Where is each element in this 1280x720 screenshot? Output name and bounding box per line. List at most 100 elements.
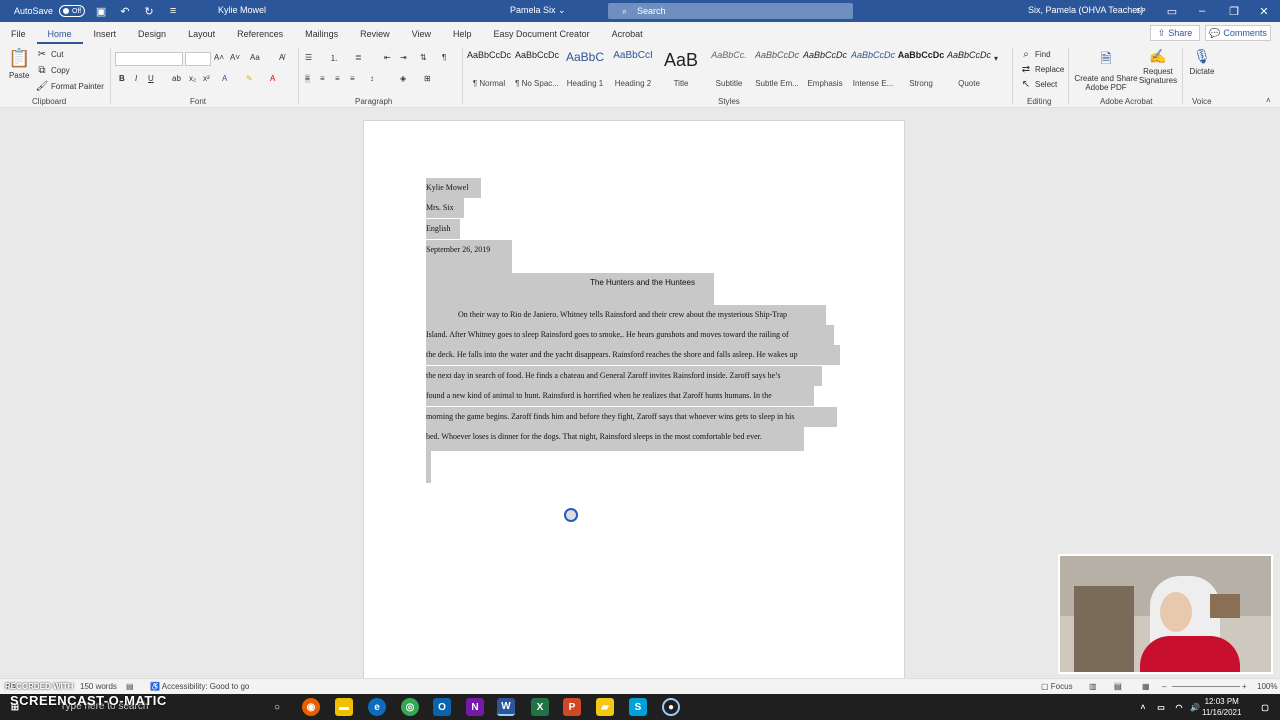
screencast-icon[interactable]: ● <box>662 698 680 716</box>
body-line[interactable]: the deck. He falls into the water and th… <box>426 345 840 365</box>
network-icon[interactable]: ▭ <box>1152 698 1170 716</box>
header-name[interactable]: Kylie Mowel <box>426 178 481 198</box>
borders-icon[interactable]: ⊞ <box>424 74 431 83</box>
search-box[interactable]: ⌕ Search <box>608 3 853 19</box>
accessibility-status[interactable]: ♿ Accessibility: Good to go <box>150 682 249 691</box>
powerpoint-icon[interactable]: P <box>563 698 581 716</box>
avatar[interactable]: SP <box>1133 4 1149 18</box>
tray-arrow-icon[interactable]: ˄ <box>1134 698 1152 716</box>
text-effects-icon[interactable]: A <box>222 74 227 83</box>
redo-icon[interactable]: ↻ <box>141 3 157 19</box>
notifications-icon[interactable]: ▢ <box>1256 698 1274 716</box>
superscript-icon[interactable]: x² <box>203 74 210 83</box>
clock[interactable]: 12:03 PM 11/16/2021 <box>1202 696 1241 718</box>
tab-review[interactable]: Review <box>349 29 401 44</box>
cortana-icon[interactable]: ○ <box>268 698 286 716</box>
strikethrough-icon[interactable]: ab <box>172 74 181 83</box>
replace-button[interactable]: ⇄ Replace <box>1020 63 1065 75</box>
tab-home[interactable]: Home <box>36 29 83 44</box>
body-line[interactable]: the next day in search of food. He finds… <box>426 366 822 386</box>
numbering-icon[interactable]: ⒈ <box>330 53 338 64</box>
font-color-icon[interactable]: A <box>270 74 275 83</box>
body-line[interactable]: morning the game begins. Zaroff finds hi… <box>426 407 837 427</box>
print-layout-icon[interactable]: ▤ <box>1114 682 1122 691</box>
tab-design[interactable]: Design <box>127 29 177 44</box>
align-center-icon[interactable]: ≡ <box>320 74 325 83</box>
style-heading-2[interactable]: AaBbCcI Heading 2 <box>610 50 656 88</box>
tab-help[interactable]: Help <box>442 29 483 44</box>
tab-acrobat[interactable]: Acrobat <box>601 29 654 44</box>
read-mode-icon[interactable]: ▥ <box>1089 682 1097 691</box>
change-case-icon[interactable]: Aa <box>250 53 260 62</box>
highlight-icon[interactable]: ✎ <box>246 74 253 83</box>
copy-button[interactable]: ⧉ Copy <box>36 64 69 76</box>
tab-file[interactable]: File <box>0 29 37 44</box>
select-button[interactable]: ↖ Select <box>1020 78 1057 90</box>
excel-icon[interactable]: X <box>531 698 549 716</box>
outlook-icon[interactable]: O <box>433 698 451 716</box>
comments-button[interactable]: 💬 Comments <box>1205 25 1271 41</box>
minimize-icon[interactable]: – <box>1192 2 1212 20</box>
bullets-icon[interactable]: ☰ <box>305 53 312 62</box>
save-icon[interactable]: ▣ <box>93 3 109 19</box>
skype-icon[interactable]: S <box>629 698 647 716</box>
style-normal[interactable]: AaBbCcDc ¶ Normal <box>466 50 512 88</box>
find-button[interactable]: ⌕ Find <box>1020 48 1050 60</box>
restore-icon[interactable]: ❐ <box>1224 2 1244 20</box>
autosave-toggle[interactable]: AutoSave Off <box>14 5 86 17</box>
close-icon[interactable]: ✕ <box>1254 2 1274 20</box>
dictate-button[interactable]: 🎙 Dictate <box>1187 48 1217 76</box>
share-button[interactable]: ⇪ Share <box>1150 25 1200 41</box>
format-painter-button[interactable]: 🖌 Format Painter <box>36 80 104 92</box>
customize-qat-icon[interactable]: ≡ <box>165 3 181 19</box>
sort-icon[interactable]: ⇅ <box>420 53 427 62</box>
onenote-icon[interactable]: N <box>466 698 484 716</box>
word-icon[interactable]: W <box>497 698 515 716</box>
edge-icon[interactable]: e <box>368 698 386 716</box>
style-subtitle[interactable]: AaBbCc. Subtitle <box>706 50 752 88</box>
tab-mailings[interactable]: Mailings <box>294 29 349 44</box>
style-title[interactable]: AaB Title <box>658 50 704 88</box>
header-teacher[interactable]: Mrs. Six <box>426 198 464 218</box>
sticky-notes-icon[interactable]: ▰ <box>596 698 614 716</box>
line-spacing-icon[interactable]: ↕ <box>370 74 374 83</box>
shrink-font-icon[interactable]: A˅ <box>230 53 240 62</box>
font-name-field[interactable] <box>115 52 183 66</box>
zoom-level[interactable]: 100% <box>1257 682 1277 691</box>
autosave-switch[interactable]: Off <box>59 5 86 17</box>
multilevel-list-icon[interactable]: ≣ <box>355 53 362 62</box>
style-subtle-emphasis[interactable]: AaBbCcDc Subtle Em... <box>754 50 800 88</box>
header-class[interactable]: English <box>426 219 460 239</box>
italic-icon[interactable]: I <box>135 74 137 83</box>
word-count[interactable]: 150 words <box>80 682 117 691</box>
body-line[interactable]: Island. After Whitney goes to sleep Rain… <box>426 325 834 345</box>
header-date[interactable]: September 26, 2019 <box>426 240 512 277</box>
undo-icon[interactable]: ↶ <box>117 3 133 19</box>
styles-scroll-icon[interactable]: ▾ <box>994 54 998 63</box>
subscript-icon[interactable]: x₂ <box>189 74 196 83</box>
body-line[interactable]: bed. Whoever loses is dinner for the dog… <box>426 427 804 451</box>
bold-icon[interactable]: B <box>119 74 125 83</box>
tab-insert[interactable]: Insert <box>83 29 128 44</box>
align-left-icon[interactable]: ≡ <box>305 74 310 83</box>
shading-icon[interactable]: ◈ <box>400 74 406 83</box>
tab-view[interactable]: View <box>401 29 442 44</box>
collapse-ribbon-icon[interactable]: ˄ <box>1266 96 1271 105</box>
tab-easy-document-creator[interactable]: Easy Document Creator <box>483 29 601 44</box>
increase-indent-icon[interactable]: ⇥ <box>400 53 407 62</box>
zoom-out-icon[interactable]: – <box>1162 682 1166 691</box>
document-owner[interactable]: Pamela Six ⌄ <box>510 5 566 16</box>
justify-icon[interactable]: ≡ <box>350 74 355 83</box>
grow-font-icon[interactable]: A˄ <box>214 53 224 62</box>
zoom-slider[interactable] <box>1172 686 1240 687</box>
font-size-field[interactable] <box>185 52 211 66</box>
ribbon-display-icon[interactable]: ▭ <box>1162 2 1182 20</box>
firefox-icon[interactable]: ◉ <box>302 698 320 716</box>
style-heading-1[interactable]: AaBbC Heading 1 <box>562 50 608 88</box>
focus-button[interactable]: ▢ Focus <box>1041 682 1073 691</box>
style-strong[interactable]: AaBbCcDc Strong <box>898 50 945 88</box>
chrome-icon[interactable]: ◎ <box>401 698 419 716</box>
body-line[interactable]: found a new kind of animal to hunt. Rain… <box>426 386 814 406</box>
underline-icon[interactable]: U <box>148 74 154 83</box>
paste-button[interactable]: 📋 Paste <box>8 48 30 80</box>
